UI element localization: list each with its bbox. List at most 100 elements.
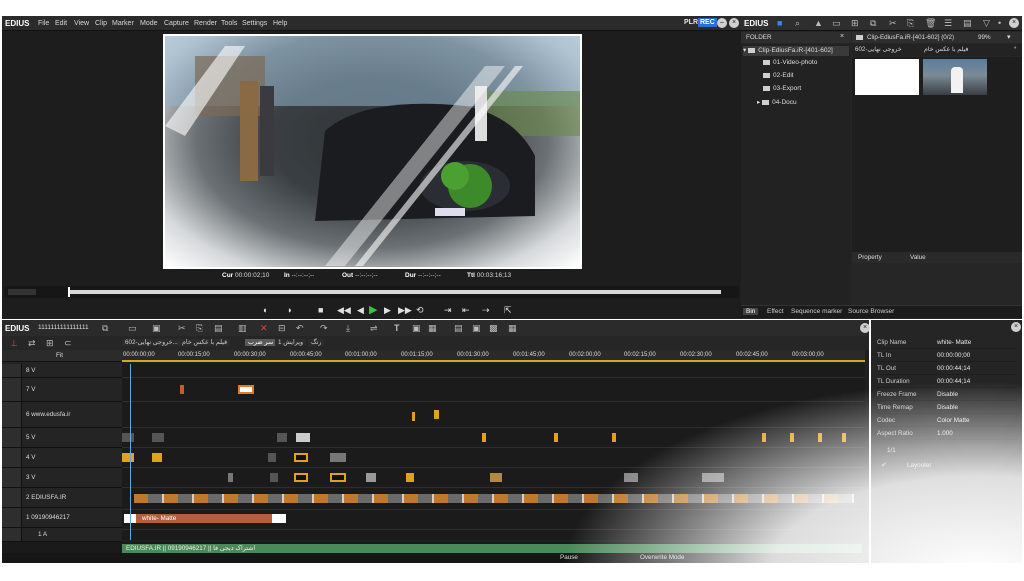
- delete-icon[interactable]: 🗑: [925, 18, 936, 29]
- clip-block[interactable]: [152, 453, 162, 462]
- clip-tab-raw[interactable]: فیلم با عکس خام: [924, 46, 986, 53]
- clip-menu-icon[interactable]: ▾: [1007, 33, 1011, 41]
- match-frame-icon[interactable]: ⇢: [482, 305, 490, 316]
- rewind-icon[interactable]: ◀◀: [337, 305, 351, 316]
- track-lanes[interactable]: white- Matte: [122, 364, 865, 540]
- matte-clip[interactable]: white- Matte: [136, 514, 272, 523]
- sync-icon[interactable]: ⇌: [370, 323, 378, 334]
- marker-icon[interactable]: ▣: [412, 323, 421, 334]
- overwrite-icon[interactable]: ⇤: [462, 305, 470, 316]
- stop-icon[interactable]: ■: [318, 305, 323, 315]
- render-icon[interactable]: ▦: [428, 323, 437, 334]
- tree-item-edit[interactable]: 02-Edit: [763, 72, 794, 79]
- clip-block[interactable]: [624, 473, 638, 482]
- seq-tab-color[interactable]: رنگ: [308, 339, 325, 346]
- track-header-2v[interactable]: 2 EDIUSFA.IR: [2, 488, 122, 508]
- menu-settings[interactable]: Settings: [242, 20, 267, 27]
- menu-dot-icon[interactable]: •: [998, 18, 1001, 28]
- clip-block[interactable]: [270, 473, 278, 482]
- set-out-icon[interactable]: ◗: [287, 305, 292, 315]
- clip-block[interactable]: [612, 433, 616, 442]
- tab-bin[interactable]: Bin: [743, 308, 759, 315]
- add-clip-icon[interactable]: ⊞: [851, 18, 859, 29]
- multicam-icon[interactable]: ▤: [454, 323, 463, 334]
- clip-block[interactable]: [228, 473, 233, 482]
- clip-block[interactable]: [330, 453, 346, 462]
- up-icon[interactable]: ▲: [814, 18, 823, 28]
- menu-help[interactable]: Help: [273, 20, 287, 27]
- step-back-icon[interactable]: ◀: [357, 305, 364, 316]
- info-close-icon[interactable]: ×: [1011, 322, 1021, 332]
- seq-tab-final[interactable]: 602-خروجی نهایی...: [122, 339, 181, 346]
- tree-item-export[interactable]: 03-Export: [763, 85, 801, 92]
- insert-icon[interactable]: ⇥: [444, 305, 452, 316]
- title-icon[interactable]: T: [394, 323, 400, 333]
- details-icon[interactable]: ▤: [963, 18, 972, 29]
- ripple-mode-icon[interactable]: ⊞: [46, 338, 54, 349]
- tree-item-root[interactable]: ▾ Clip-EdiusFa.iR-[401-602]: [743, 46, 849, 56]
- timeline-close-icon[interactable]: ×: [860, 323, 870, 333]
- clip-block[interactable]: [180, 385, 184, 394]
- export-icon[interactable]: ⇱: [504, 305, 512, 316]
- clip-block[interactable]: [238, 385, 254, 394]
- play-icon[interactable]: ▶: [369, 303, 377, 316]
- clip-block[interactable]: [818, 433, 822, 442]
- cut-icon[interactable]: ✂: [889, 18, 897, 29]
- clip-block[interactable]: [702, 473, 724, 482]
- track-header-1a[interactable]: 1 A: [2, 528, 122, 542]
- set-in-icon[interactable]: ◖: [262, 305, 267, 315]
- copy-icon[interactable]: ⎘: [907, 18, 914, 29]
- clip-block[interactable]: [296, 433, 310, 442]
- transition-icon[interactable]: ▩: [489, 323, 498, 334]
- menu-render[interactable]: Render: [194, 20, 217, 27]
- clip-block[interactable]: [412, 412, 415, 421]
- timeline-cursor[interactable]: [130, 364, 131, 540]
- zoom-fit-label[interactable]: Fit: [56, 352, 63, 359]
- scrub-bar[interactable]: [4, 286, 739, 298]
- clip-block[interactable]: [294, 453, 308, 462]
- clip-thumbnail-raw[interactable]: [923, 59, 987, 95]
- clip-block[interactable]: [762, 433, 766, 442]
- clip-block[interactable]: [482, 433, 486, 442]
- clip-block[interactable]: [294, 473, 308, 482]
- clip-block[interactable]: [790, 433, 794, 442]
- clip-block[interactable]: [122, 433, 134, 442]
- step-forward-icon[interactable]: ▶: [384, 305, 391, 316]
- plr-label[interactable]: PLR: [684, 19, 698, 26]
- tab-sequence-marker[interactable]: Sequence marker: [791, 308, 842, 315]
- tab-source-browser[interactable]: Source Browser: [848, 308, 894, 315]
- mixer-icon[interactable]: ▣: [472, 323, 481, 334]
- menu-capture[interactable]: Capture: [164, 20, 189, 27]
- snap-icon[interactable]: ⤓: [346, 323, 350, 334]
- track-header-3v[interactable]: 3 V: [2, 468, 122, 488]
- clip-block[interactable]: [330, 473, 346, 482]
- playhead-marker[interactable]: [68, 287, 70, 297]
- mode-icon[interactable]: ⊥: [10, 338, 18, 349]
- toggle-view-icon[interactable]: ▽: [983, 18, 990, 29]
- seq-tab-raw[interactable]: فیلم با عکس خام: [179, 339, 231, 346]
- fast-forward-icon[interactable]: ▶▶: [398, 305, 412, 316]
- clip-block[interactable]: [434, 410, 439, 419]
- clip-block[interactable]: [268, 453, 276, 462]
- scrub-zoom[interactable]: [8, 289, 36, 295]
- seq-tab-beat[interactable]: سر ضرب: [245, 339, 277, 346]
- track-header-1v[interactable]: 1 09190946217: [2, 508, 122, 528]
- replace-icon[interactable]: ▥: [238, 323, 247, 334]
- save-icon[interactable]: ▣: [152, 323, 161, 334]
- folder-view-icon[interactable]: ■: [777, 18, 782, 28]
- track-header-4v[interactable]: 4 V: [2, 448, 122, 468]
- cut-icon[interactable]: ✂: [178, 323, 186, 334]
- menu-marker[interactable]: Marker: [112, 20, 134, 27]
- folder-close-icon[interactable]: ×: [840, 33, 844, 40]
- clip-block[interactable]: [366, 473, 376, 482]
- track-header-6v[interactable]: 6 www.edusfa.ir: [2, 402, 122, 428]
- seq-tab-edit1[interactable]: ویرایش 1: [275, 339, 307, 346]
- scrub-track[interactable]: [68, 290, 721, 294]
- track-header-7v[interactable]: 7 V: [2, 378, 122, 402]
- ripple-icon[interactable]: ⊟: [278, 323, 286, 334]
- tree-item-docu[interactable]: ▸ 04-Docu: [757, 98, 797, 106]
- redo-icon[interactable]: ↷: [320, 323, 328, 334]
- export-icon[interactable]: ▦: [508, 323, 517, 334]
- close-icon[interactable]: ×: [729, 18, 739, 28]
- properties-icon[interactable]: ☰: [944, 18, 952, 29]
